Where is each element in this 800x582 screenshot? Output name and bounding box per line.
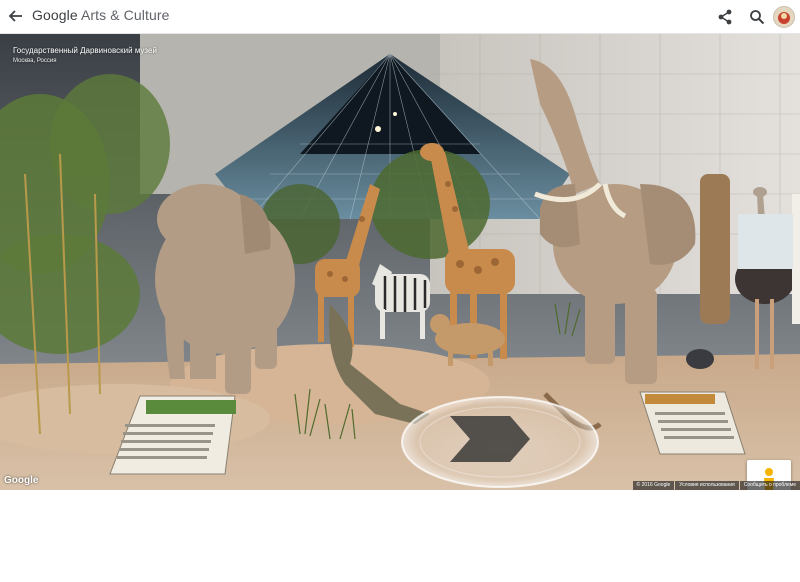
copyright-text: © 2016 Google [632,481,675,490]
avatar[interactable] [773,6,795,28]
share-icon[interactable] [716,8,734,26]
location-subtitle: Москва, Россия [13,58,57,64]
app-title[interactable]: Google Arts & Culture [32,7,170,23]
report-problem-link[interactable]: Сообщить о проблеме [739,481,800,490]
map-footer: © 2016 Google Условия использования Сооб… [632,481,800,490]
location-title: Государственный Дарвиновский музей [13,46,157,55]
brand-arts-culture: Arts & Culture [77,7,170,23]
avatar-image [774,7,794,27]
brand-google: Google [32,7,78,23]
search-icon[interactable] [748,8,766,26]
navigation-arrow[interactable] [400,394,605,489]
google-logo: Google [4,475,39,486]
terms-link[interactable]: Условия использования [675,481,739,490]
top-app-bar: Google Arts & Culture [0,0,800,34]
arrow-left-icon[interactable] [6,6,26,26]
street-view-panorama[interactable]: Государственный Дарвиновский музей Москв… [0,34,800,490]
location-title-block: Государственный Дарвиновский музей Москв… [13,46,157,64]
